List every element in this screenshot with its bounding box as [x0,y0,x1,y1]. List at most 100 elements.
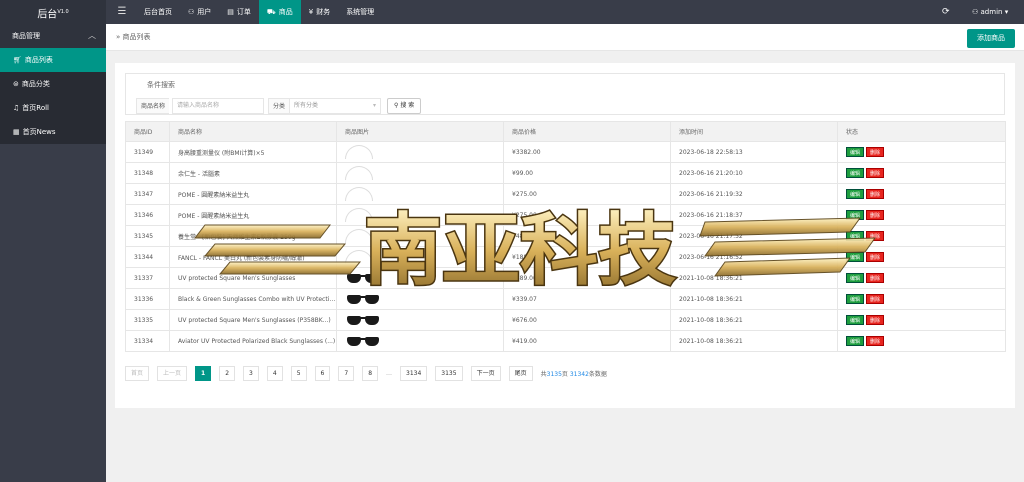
pager-page-4[interactable]: 4 [266,366,283,381]
user-menu[interactable]: ⚇ admin ▾ [972,0,1008,24]
cell-id: 31346 [125,204,170,226]
delete-button[interactable]: 删除 [866,273,885,283]
delete-button[interactable]: 删除 [866,210,885,220]
delete-button[interactable]: 删除 [866,189,885,199]
sidebar-item-product-list[interactable]: 🛒︎ 商品列表 [0,48,106,72]
refresh-icon[interactable]: ⟳ [942,0,950,24]
pager-page-1[interactable]: 1 [195,366,212,381]
nav-finance-label: 财务 [316,8,331,16]
cell-image [336,162,504,184]
edit-button[interactable]: 编辑 [846,168,865,178]
yen-icon: ¥ [308,8,314,16]
cell-name: POME - 圓醒素納米益生丸 [169,204,337,226]
cell-status: 编辑 删除 [837,141,1006,163]
sidebar-item-home-news[interactable]: ▦ 首页News [0,120,106,144]
category-label: 分类 [268,98,290,114]
cell-time: 2023-06-16 21:19:32 [670,183,838,205]
pagination: 首页 上一页 1 2 3 4 5 6 7 8 … 3134 3135 下一页 尾… [125,366,607,381]
pager-first[interactable]: 首页 [125,366,150,381]
pager-last[interactable]: 尾页 [508,366,533,381]
product-name-input[interactable]: 请输入商品名称 [172,98,264,114]
row-actions: 编辑 删除 [846,168,885,178]
pager-page-6[interactable]: 6 [314,366,331,381]
cell-name: 養生堂 - [新包裝] 天然維生素E軟膠囊 250g [169,225,337,247]
nav-products[interactable]: ⛟ 商品 [258,0,301,24]
nav-home[interactable]: 后台首页 [136,0,180,24]
product-thumbnail-sunglasses [345,335,383,347]
main-content: » 商品列表 添加商品 条件搜索 商品名称 请输入商品名称 分类 所有分类 ▾ ⚲… [106,24,1024,482]
pager-prev[interactable]: 上一页 [157,366,188,381]
sidebar-group-products[interactable]: 商品管理 ︿ [0,24,106,48]
pager-next[interactable]: 下一页 [470,366,501,381]
breadcrumb: » 商品列表 [116,24,151,51]
pager-page-8[interactable]: 8 [362,366,379,381]
cell-id: 31349 [125,141,170,163]
cell-price: ¥48.00 [503,225,671,247]
add-product-button[interactable]: 添加商品 [967,29,1015,48]
search-button[interactable]: ⚲ 搜 索 [387,98,422,114]
app-logo[interactable]: 后台V1.0 [0,0,106,24]
menu-toggle-icon[interactable]: ☰ [115,0,129,24]
logo-text: 后台 [37,9,58,21]
nav-users[interactable]: ⚇ 用户 [180,0,219,24]
search-icon: ⚲ [394,102,399,109]
cell-status: 编辑 删除 [837,309,1006,331]
cell-name: 余仁生 - 活腦素 [169,162,337,184]
top-bar: 后台V1.0 ☰ 后台首页 ⚇ 用户 ▤ 订单 ⛟ 商品 ¥ 财务 系统管理 ⟳ ⚇ a… [0,0,1024,24]
cell-status: 编辑 删除 [837,267,1006,289]
edit-button[interactable]: 编辑 [846,294,865,304]
table-row: 31337 UV protected Square Men's Sunglasse… [125,267,1006,289]
delete-button[interactable]: 删除 [866,294,885,304]
product-thumbnail-placeholder [345,229,373,243]
cell-id: 31334 [125,330,170,352]
edit-button[interactable]: 编辑 [846,231,865,241]
top-nav: 后台首页 ⚇ 用户 ▤ 订单 ⛟ 商品 ¥ 财务 系统管理 [136,0,382,24]
sidebar-item-label: 商品分类 [21,80,50,88]
user-name: admin [980,8,1003,16]
product-table: 商品ID 商品名称 商品图片 商品价格 添加时间 状态 31349 身高腰重测量仪… [125,121,1006,352]
pager-page-3[interactable]: 3 [243,366,259,381]
category-select[interactable]: 所有分类 ▾ [289,98,381,114]
row-actions: 编辑 删除 [846,336,885,346]
cell-price: ¥99.00 [503,162,671,184]
delete-button[interactable]: 删除 [866,231,885,241]
row-actions: 编辑 删除 [846,231,885,241]
product-thumbnail-placeholder [345,145,373,159]
pager-total-pages: 3135 [546,371,562,378]
pager-page-7[interactable]: 7 [338,366,355,381]
edit-button[interactable]: 编辑 [846,336,865,346]
delete-button[interactable]: 删除 [866,315,885,325]
pager-page-5[interactable]: 5 [290,366,307,381]
category-select-value: 所有分类 [294,102,319,109]
nav-orders[interactable]: ▤ 订单 [219,0,259,24]
sidebar-item-label: 商品列表 [24,56,53,64]
edit-button[interactable]: 编辑 [846,147,865,157]
edit-button[interactable]: 编辑 [846,315,865,325]
edit-button[interactable]: 编辑 [846,273,865,283]
pager-page-3135[interactable]: 3135 [435,366,463,381]
pager-page-3134[interactable]: 3134 [400,366,428,381]
product-thumbnail-placeholder [345,187,373,201]
edit-button[interactable]: 编辑 [846,210,865,220]
table-body: 31349 身高腰重测量仪 (附BMI计算)×5 ¥3382.00 2023-06-1… [125,141,1006,352]
cell-name: 身高腰重测量仪 (附BMI计算)×5 [169,141,337,163]
nav-orders-label: 订单 [236,8,251,16]
header-image: 商品图片 [336,121,504,142]
breadcrumb-separator-icon: » [116,33,121,41]
sidebar: 商品管理 ︿ 🛒︎ 商品列表 ⊜ 商品分类 ♫ 首页Roll ▦ 首页News [0,24,106,482]
cell-time: 2023-06-18 22:58:13 [670,141,838,163]
pager-total-rows: 31342 [569,371,589,378]
pager-ellipsis: … [386,370,393,377]
nav-finance[interactable]: ¥ 财务 [301,0,338,24]
delete-button[interactable]: 删除 [866,147,885,157]
pager-page-2[interactable]: 2 [219,366,236,381]
edit-button[interactable]: 编辑 [846,189,865,199]
nav-system[interactable]: 系统管理 [338,0,382,24]
header-name: 商品名称 [169,121,337,142]
sidebar-item-product-category[interactable]: ⊜ 商品分类 [0,72,106,96]
edit-button[interactable]: 编辑 [846,252,865,262]
delete-button[interactable]: 删除 [866,336,885,346]
sidebar-item-home-roll[interactable]: ♫ 首页Roll [0,96,106,120]
delete-button[interactable]: 删除 [866,168,885,178]
delete-button[interactable]: 删除 [866,252,885,262]
